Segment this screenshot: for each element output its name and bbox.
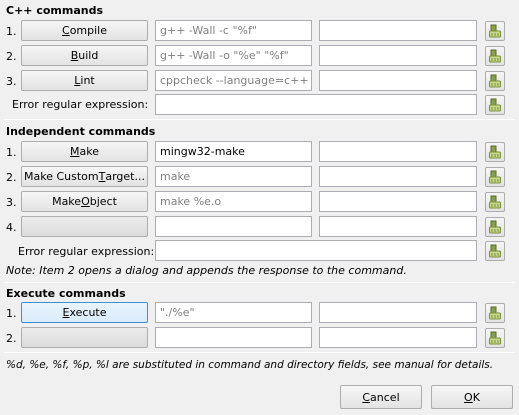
make-custom-target-reset-button[interactable] bbox=[485, 167, 505, 187]
broom-clear-icon bbox=[489, 98, 501, 112]
broom-clear-icon bbox=[489, 195, 501, 209]
label-post: ake bbox=[79, 145, 100, 158]
execute-workdir-field[interactable] bbox=[319, 302, 477, 323]
lint-command-field[interactable]: cppcheck --language=c++ - bbox=[155, 70, 312, 91]
make-workdir-field[interactable] bbox=[319, 141, 477, 162]
make-object-reset-button[interactable] bbox=[485, 192, 505, 212]
label-post: K bbox=[472, 390, 480, 404]
row-number: 2. bbox=[6, 332, 17, 345]
broom-clear-icon bbox=[489, 49, 501, 63]
cpp-section-title: C++ commands bbox=[6, 4, 104, 17]
substitution-note: %d, %e, %f, %p, %l are substituted in co… bbox=[6, 359, 494, 371]
make-object-button[interactable]: Make Object bbox=[21, 191, 148, 212]
make-object-command-field[interactable]: make %e.o bbox=[155, 191, 312, 212]
row-number: 3. bbox=[6, 75, 17, 88]
ok-button[interactable]: OK bbox=[431, 385, 513, 409]
build-command-field[interactable]: g++ -Wall -o "%e" "%f" bbox=[155, 45, 312, 66]
cpp-error-regex-field[interactable] bbox=[155, 94, 477, 115]
make-custom-target-button[interactable]: Make Custom Target... bbox=[21, 166, 148, 187]
build-workdir-field[interactable] bbox=[319, 45, 477, 66]
label-post: arget... bbox=[105, 170, 145, 183]
execute-command-2-button[interactable] bbox=[21, 327, 148, 348]
independent-command-4-field[interactable] bbox=[155, 216, 312, 237]
build-reset-button[interactable] bbox=[485, 46, 505, 66]
label-mnemonic: C bbox=[362, 390, 371, 404]
cpp-error-label: Error regular expression: bbox=[12, 98, 149, 111]
compile-command-field[interactable]: g++ -Wall -c "%f" bbox=[155, 20, 312, 41]
label-mnemonic: C bbox=[62, 24, 70, 37]
label-post: xecute bbox=[69, 306, 107, 319]
lint-workdir-field[interactable] bbox=[319, 70, 477, 91]
broom-clear-icon bbox=[489, 331, 501, 345]
independent-error-regex-field[interactable] bbox=[155, 240, 477, 261]
broom-clear-icon bbox=[489, 24, 501, 38]
make-object-workdir-field[interactable] bbox=[319, 191, 477, 212]
lint-reset-button[interactable] bbox=[485, 71, 505, 91]
execute-command-field[interactable]: "./%e" bbox=[155, 302, 312, 323]
row-number: 3. bbox=[6, 196, 17, 209]
label-mnemonic: E bbox=[62, 306, 70, 319]
row-number: 4. bbox=[6, 221, 17, 234]
execute-workdir-2-field[interactable] bbox=[319, 327, 477, 348]
compile-reset-button[interactable] bbox=[485, 21, 505, 41]
broom-clear-icon bbox=[489, 244, 501, 258]
compile-button[interactable]: Compile bbox=[21, 20, 148, 41]
lint-button[interactable]: Lint bbox=[21, 70, 148, 91]
execute-2-reset-button[interactable] bbox=[485, 328, 505, 348]
independent-workdir-4-field[interactable] bbox=[319, 216, 477, 237]
cancel-button[interactable]: Cancel bbox=[340, 385, 422, 409]
broom-clear-icon bbox=[489, 220, 501, 234]
independent-error-label: Error regular expression: bbox=[18, 245, 155, 258]
row-number: 2. bbox=[6, 171, 17, 184]
broom-clear-icon bbox=[489, 306, 501, 320]
row-number: 1. bbox=[6, 25, 17, 38]
label-pre: Make Custom bbox=[24, 170, 99, 183]
label-mnemonic: B bbox=[70, 49, 79, 62]
separator bbox=[4, 352, 515, 353]
row-number: 1. bbox=[6, 146, 17, 159]
label-post: ompile bbox=[69, 24, 107, 37]
label-post: int bbox=[80, 74, 95, 87]
label-pre: Make bbox=[52, 195, 82, 208]
label-post: bject bbox=[89, 195, 117, 208]
label-mnemonic: O bbox=[81, 195, 90, 208]
broom-clear-icon bbox=[489, 170, 501, 184]
execute-command-2-field[interactable] bbox=[155, 327, 312, 348]
make-command-field[interactable]: mingw32-make bbox=[155, 141, 312, 162]
broom-clear-icon bbox=[489, 74, 501, 88]
row-number: 1. bbox=[6, 307, 17, 320]
label-post: ancel bbox=[370, 390, 400, 404]
independent-note: Note: Item 2 opens a dialog and appends … bbox=[6, 264, 407, 277]
make-reset-button[interactable] bbox=[485, 142, 505, 162]
label-mnemonic: M bbox=[70, 145, 80, 158]
independent-command-4-button[interactable] bbox=[21, 216, 148, 237]
label-mnemonic: T bbox=[98, 170, 106, 183]
make-button[interactable]: Make bbox=[21, 141, 148, 162]
label-mnemonic: O bbox=[464, 390, 473, 404]
execute-section-title: Execute commands bbox=[6, 287, 126, 300]
row-number: 2. bbox=[6, 50, 17, 63]
independent-error-reset-button[interactable] bbox=[485, 241, 505, 261]
make-custom-target-workdir-field[interactable] bbox=[319, 166, 477, 187]
build-button[interactable]: Build bbox=[21, 45, 148, 66]
independent-section-title: Independent commands bbox=[6, 125, 156, 138]
broom-clear-icon bbox=[489, 145, 501, 159]
independent-4-reset-button[interactable] bbox=[485, 217, 505, 237]
compile-workdir-field[interactable] bbox=[319, 20, 477, 41]
execute-button[interactable]: Execute bbox=[21, 302, 148, 323]
execute-reset-button[interactable] bbox=[485, 303, 505, 323]
label-post: uild bbox=[78, 49, 99, 62]
make-custom-target-command-field[interactable]: make bbox=[155, 166, 312, 187]
cpp-error-reset-button[interactable] bbox=[485, 95, 505, 115]
separator bbox=[4, 119, 515, 120]
separator bbox=[4, 282, 515, 283]
